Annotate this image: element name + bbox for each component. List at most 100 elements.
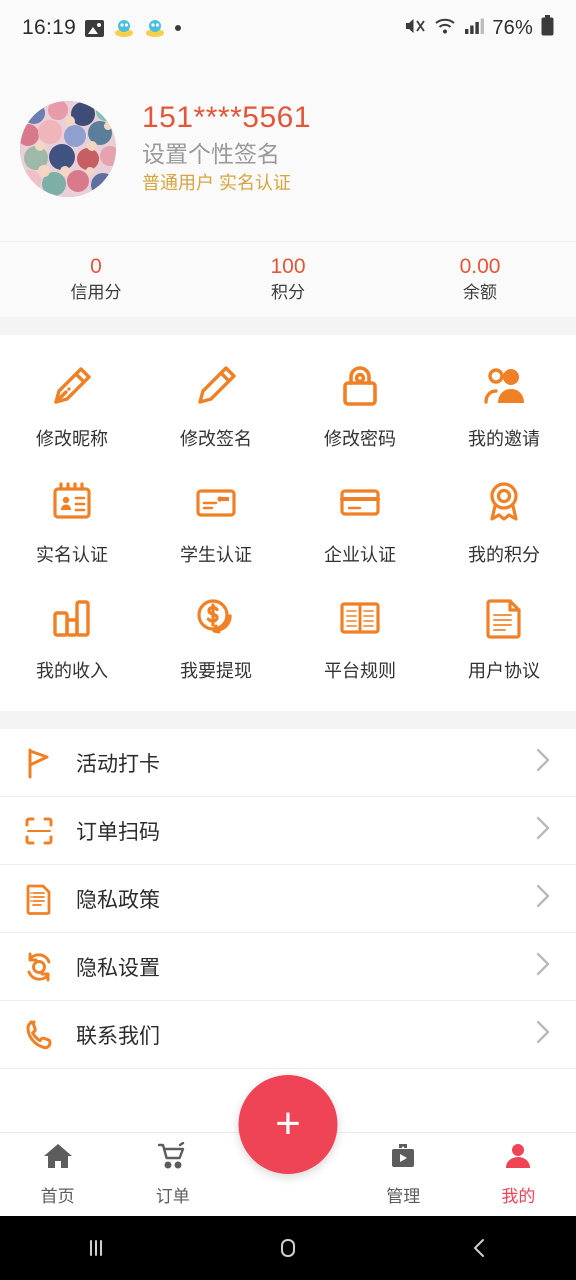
profile-signature[interactable]: 设置个性签名 — [142, 140, 311, 169]
app-icon — [144, 17, 166, 39]
stat-value: 0.00 — [459, 254, 501, 278]
flag-icon — [22, 746, 62, 780]
tab-profile[interactable]: 我的 — [461, 1142, 576, 1207]
student-card-icon — [191, 477, 241, 527]
add-button[interactable]: + — [238, 1075, 338, 1174]
grid-item-label: 学生认证 — [180, 545, 252, 565]
wifi-icon — [434, 16, 456, 41]
list-item-label: 隐私政策 — [76, 888, 160, 912]
grid-item-change-password[interactable]: 修改密码 — [288, 361, 432, 465]
battery-icon — [541, 15, 554, 41]
battery-percent: 76% — [492, 16, 533, 39]
tab-label: 订单 — [155, 1187, 190, 1206]
status-bar: 16:19 76% — [0, 0, 576, 56]
tab-manage[interactable]: 管理 — [346, 1142, 461, 1207]
profile-header[interactable]: 151****5561 设置个性签名 普通用户 实名认证 — [0, 56, 576, 241]
tab-home[interactable]: 首页 — [0, 1142, 115, 1207]
chevron-right-icon — [532, 1015, 554, 1054]
briefcase-play-icon — [388, 1142, 418, 1175]
grid-item-label: 我要提现 — [180, 661, 252, 681]
stat-label: 信用分 — [70, 283, 122, 303]
scan-frame-icon — [22, 814, 62, 848]
profile-phone: 151****5561 — [142, 101, 311, 135]
grid-item-enterprise-auth[interactable]: 企业认证 — [288, 477, 432, 581]
mute-icon — [404, 16, 426, 41]
grid-item-label: 我的邀请 — [468, 429, 540, 449]
grid-item-my-income[interactable]: 我的收入 — [0, 593, 144, 697]
grid-item-edit-signature[interactable]: 修改签名 — [144, 361, 288, 465]
grid-item-edit-nickname[interactable]: 修改昵称 — [0, 361, 144, 465]
grid-item-label: 实名认证 — [36, 545, 108, 565]
list-item-label: 订单扫码 — [76, 820, 160, 844]
list-item-privacy-settings[interactable]: 隐私设置 — [0, 933, 576, 1001]
avatar[interactable] — [20, 100, 116, 197]
home-icon — [43, 1142, 73, 1175]
grid-item-my-invitation[interactable]: 我的邀请 — [432, 361, 576, 465]
image-icon — [85, 19, 105, 37]
list-item-label: 活动打卡 — [76, 752, 160, 776]
status-bar-left: 16:19 — [22, 16, 182, 40]
chevron-right-icon — [532, 811, 554, 850]
tab-label: 首页 — [40, 1187, 75, 1206]
stat-points[interactable]: 100 积分 — [192, 254, 384, 305]
document-icon — [479, 593, 529, 643]
grid-item-withdraw[interactable]: 我要提现 — [144, 593, 288, 697]
list-item-contact-us[interactable]: 联系我们 — [0, 1001, 576, 1069]
sync-settings-icon — [22, 950, 62, 984]
stat-credit[interactable]: 0 信用分 — [0, 254, 192, 305]
grid-item-platform-rules[interactable]: 平台规则 — [288, 593, 432, 697]
app-screen: 16:19 76% 151****5561 设置个性签名 普通用户 实名认证 0… — [0, 0, 576, 1280]
list-item-activity-checkin[interactable]: 活动打卡 — [0, 729, 576, 797]
grid-item-label: 我的积分 — [468, 545, 540, 565]
stat-value: 100 — [270, 254, 306, 278]
chevron-right-icon — [532, 947, 554, 986]
grid-item-student-auth[interactable]: 学生认证 — [144, 477, 288, 581]
grid-item-label: 修改密码 — [324, 429, 396, 449]
pencil-icon — [191, 361, 241, 411]
grid-item-label: 平台规则 — [324, 661, 396, 681]
grid-item-user-agreement[interactable]: 用户协议 — [432, 593, 576, 697]
stat-balance[interactable]: 0.00 余额 — [384, 254, 576, 305]
home-button[interactable] — [192, 1235, 384, 1261]
recents-button[interactable] — [0, 1235, 192, 1261]
stat-value: 0 — [90, 254, 102, 278]
profile-text: 151****5561 设置个性签名 普通用户 实名认证 — [142, 101, 311, 196]
list-item-order-scan[interactable]: 订单扫码 — [0, 797, 576, 865]
grid-item-label: 企业认证 — [324, 545, 396, 565]
grid-item-real-name-auth[interactable]: 实名认证 — [0, 477, 144, 581]
status-time: 16:19 — [22, 16, 77, 39]
grid-item-my-points[interactable]: 我的积分 — [432, 477, 576, 581]
status-bar-right: 76% — [404, 15, 554, 41]
medal-icon — [479, 477, 529, 527]
tab-label: 我的 — [501, 1187, 536, 1206]
users-group-icon — [479, 361, 529, 411]
app-icon — [113, 17, 135, 39]
dot-icon — [175, 25, 182, 31]
policy-document-icon — [22, 882, 62, 916]
list-item-label: 隐私设置 — [76, 956, 160, 980]
signal-icon — [464, 17, 485, 40]
credit-card-icon — [335, 477, 385, 527]
stat-label: 余额 — [463, 283, 497, 303]
grid-item-label: 我的收入 — [36, 661, 108, 681]
person-icon — [503, 1142, 533, 1175]
chevron-right-icon — [532, 879, 554, 918]
pen-nib-icon — [47, 361, 97, 411]
open-book-icon — [335, 593, 385, 643]
coin-dollar-icon — [191, 593, 241, 643]
id-card-icon — [47, 477, 97, 527]
section-divider — [0, 711, 576, 729]
chevron-right-icon — [532, 743, 554, 782]
stats-row: 0 信用分 100 积分 0.00 余额 — [0, 241, 576, 317]
stat-label: 积分 — [271, 283, 305, 303]
phone-icon — [22, 1018, 62, 1052]
grid-item-label: 修改昵称 — [36, 429, 108, 449]
list-item-privacy-policy[interactable]: 隐私政策 — [0, 865, 576, 933]
cart-icon — [157, 1141, 188, 1175]
section-divider — [0, 317, 576, 335]
back-button[interactable] — [384, 1235, 576, 1261]
lock-icon — [335, 361, 385, 411]
grid-item-label: 修改签名 — [180, 429, 252, 449]
tab-orders[interactable]: 订单 — [115, 1141, 230, 1207]
feature-grid: 修改昵称 修改签名 修改密码 我的邀请 实名认证 学生认证 企业认证 我的积分 … — [0, 335, 576, 711]
